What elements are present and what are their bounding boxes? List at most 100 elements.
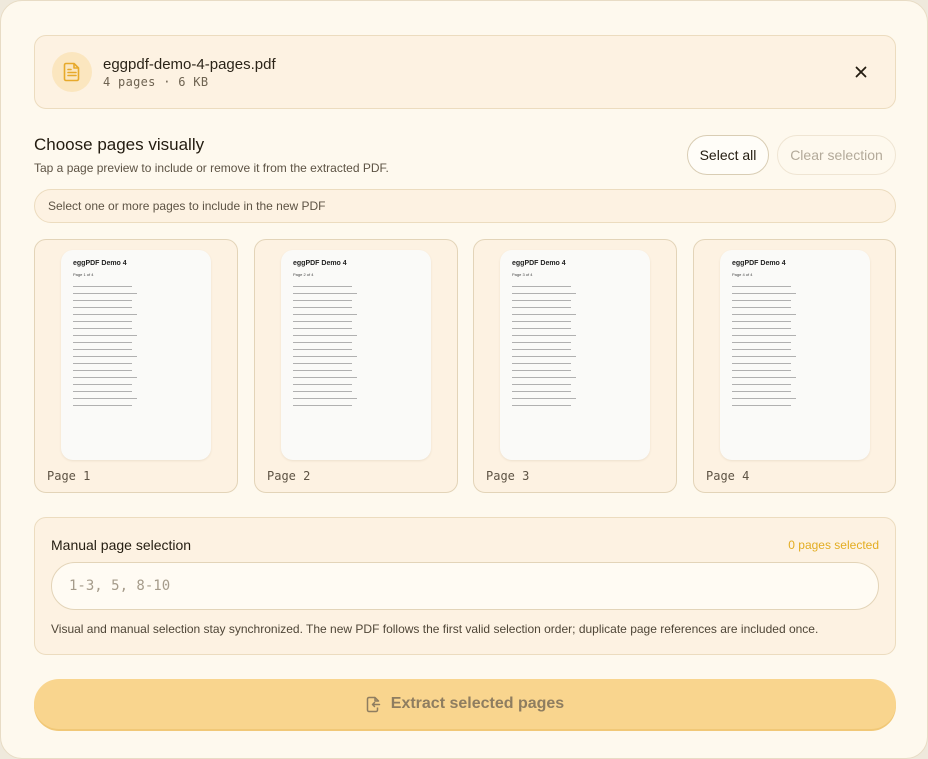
preview-text-line bbox=[512, 307, 571, 308]
preview-text-line bbox=[293, 293, 358, 294]
preview-text-line bbox=[512, 286, 571, 287]
page-thumbnail-3[interactable]: eggPDF Demo 4 Page 3 of 4 Page 3 bbox=[473, 239, 677, 493]
select-all-button[interactable]: Select all bbox=[687, 135, 769, 175]
choose-pages-subtitle: Tap a page preview to include or remove … bbox=[34, 161, 389, 175]
preview-text-line bbox=[732, 391, 791, 392]
preview-text-line bbox=[732, 384, 791, 385]
close-icon bbox=[855, 66, 867, 78]
manual-selection-note: Visual and manual selection stay synchro… bbox=[51, 622, 819, 636]
preview-text-line bbox=[732, 405, 791, 406]
choose-pages-title: Choose pages visually bbox=[34, 135, 205, 154]
extract-button-label: Extract selected pages bbox=[390, 695, 565, 712]
preview-text-line bbox=[293, 405, 352, 406]
preview-text-line bbox=[293, 356, 358, 357]
preview-title: eggPDF Demo 4 bbox=[512, 260, 566, 267]
preview-subtitle: Page 2 of 4 bbox=[293, 272, 314, 277]
preview-text-line bbox=[512, 384, 571, 385]
preview-text-line bbox=[73, 300, 132, 301]
preview-text-line bbox=[512, 300, 571, 301]
preview-text-line bbox=[293, 342, 352, 343]
preview-text-line bbox=[512, 405, 571, 406]
preview-text-line bbox=[73, 356, 138, 357]
file-name: eggpdf-demo-4-pages.pdf bbox=[103, 56, 276, 73]
preview-text-line bbox=[732, 307, 791, 308]
page-range-input[interactable] bbox=[51, 562, 879, 610]
preview-text-line bbox=[732, 377, 797, 378]
preview-text-line bbox=[73, 391, 132, 392]
preview-text-line bbox=[732, 314, 797, 315]
page-preview: eggPDF Demo 4 Page 4 of 4 bbox=[720, 250, 870, 460]
preview-text-line bbox=[73, 384, 132, 385]
preview-title: eggPDF Demo 4 bbox=[293, 260, 347, 267]
preview-text-line bbox=[293, 384, 352, 385]
preview-text-line bbox=[293, 391, 352, 392]
preview-text-line bbox=[512, 398, 577, 399]
preview-text-lines bbox=[732, 286, 802, 412]
document-icon bbox=[52, 52, 92, 92]
preview-text-line bbox=[732, 328, 791, 329]
preview-text-line bbox=[293, 349, 352, 350]
preview-text-line bbox=[293, 363, 352, 364]
preview-text-line bbox=[73, 342, 132, 343]
preview-text-line bbox=[293, 335, 358, 336]
preview-text-line bbox=[293, 377, 358, 378]
preview-text-line bbox=[293, 307, 352, 308]
preview-text-line bbox=[732, 342, 791, 343]
preview-text-line bbox=[512, 391, 571, 392]
preview-text-line bbox=[512, 363, 571, 364]
preview-text-line bbox=[512, 321, 571, 322]
file-export-icon bbox=[366, 696, 381, 712]
preview-title: eggPDF Demo 4 bbox=[73, 260, 127, 267]
preview-text-lines bbox=[293, 286, 363, 412]
preview-text-line bbox=[732, 300, 791, 301]
preview-text-line bbox=[512, 370, 571, 371]
preview-text-lines bbox=[512, 286, 582, 412]
preview-text-line bbox=[73, 286, 132, 287]
preview-subtitle: Page 3 of 4 bbox=[512, 272, 533, 277]
extract-pages-card: eggpdf-demo-4-pages.pdf 4 pages · 6 KB C… bbox=[0, 0, 928, 759]
clear-selection-button[interactable]: Clear selection bbox=[777, 135, 896, 175]
preview-text-line bbox=[512, 377, 577, 378]
preview-text-line bbox=[293, 370, 352, 371]
preview-text-line bbox=[512, 356, 577, 357]
remove-file-button[interactable] bbox=[849, 60, 873, 84]
preview-text-line bbox=[293, 398, 358, 399]
preview-text-line bbox=[73, 349, 132, 350]
page-label: Page 2 bbox=[267, 469, 311, 483]
preview-text-line bbox=[512, 349, 571, 350]
preview-text-line bbox=[732, 293, 797, 294]
preview-text-line bbox=[293, 286, 352, 287]
preview-text-line bbox=[512, 314, 577, 315]
page-preview: eggPDF Demo 4 Page 2 of 4 bbox=[281, 250, 431, 460]
preview-text-line bbox=[732, 363, 791, 364]
preview-text-line bbox=[512, 335, 577, 336]
preview-text-line bbox=[73, 328, 132, 329]
preview-text-line bbox=[73, 405, 132, 406]
preview-text-line bbox=[732, 321, 791, 322]
preview-text-line bbox=[293, 328, 352, 329]
page-thumbnail-1[interactable]: eggPDF Demo 4 Page 1 of 4 Page 1 bbox=[34, 239, 238, 493]
preview-text-line bbox=[73, 293, 138, 294]
preview-text-line bbox=[73, 335, 138, 336]
page-preview: eggPDF Demo 4 Page 1 of 4 bbox=[61, 250, 211, 460]
preview-subtitle: Page 4 of 4 bbox=[732, 272, 753, 277]
preview-text-line bbox=[512, 328, 571, 329]
preview-text-line bbox=[73, 398, 138, 399]
preview-text-line bbox=[293, 300, 352, 301]
preview-text-line bbox=[512, 342, 571, 343]
manual-selection-title: Manual page selection bbox=[51, 537, 192, 553]
page-thumbnail-2[interactable]: eggPDF Demo 4 Page 2 of 4 Page 2 bbox=[254, 239, 458, 493]
page-thumbnail-4[interactable]: eggPDF Demo 4 Page 4 of 4 Page 4 bbox=[693, 239, 896, 493]
preview-text-line bbox=[73, 377, 138, 378]
preview-text-line bbox=[73, 370, 132, 371]
preview-text-line bbox=[732, 335, 797, 336]
selection-hint: Select one or more pages to include in t… bbox=[34, 189, 896, 223]
preview-text-line bbox=[732, 356, 797, 357]
preview-text-line bbox=[512, 293, 577, 294]
preview-text-line bbox=[732, 286, 791, 287]
preview-text-line bbox=[73, 314, 138, 315]
preview-text-line bbox=[293, 321, 352, 322]
page-label: Page 4 bbox=[706, 469, 750, 483]
page-label: Page 3 bbox=[486, 469, 530, 483]
extract-selected-pages-button[interactable]: Extract selected pages bbox=[34, 679, 896, 729]
